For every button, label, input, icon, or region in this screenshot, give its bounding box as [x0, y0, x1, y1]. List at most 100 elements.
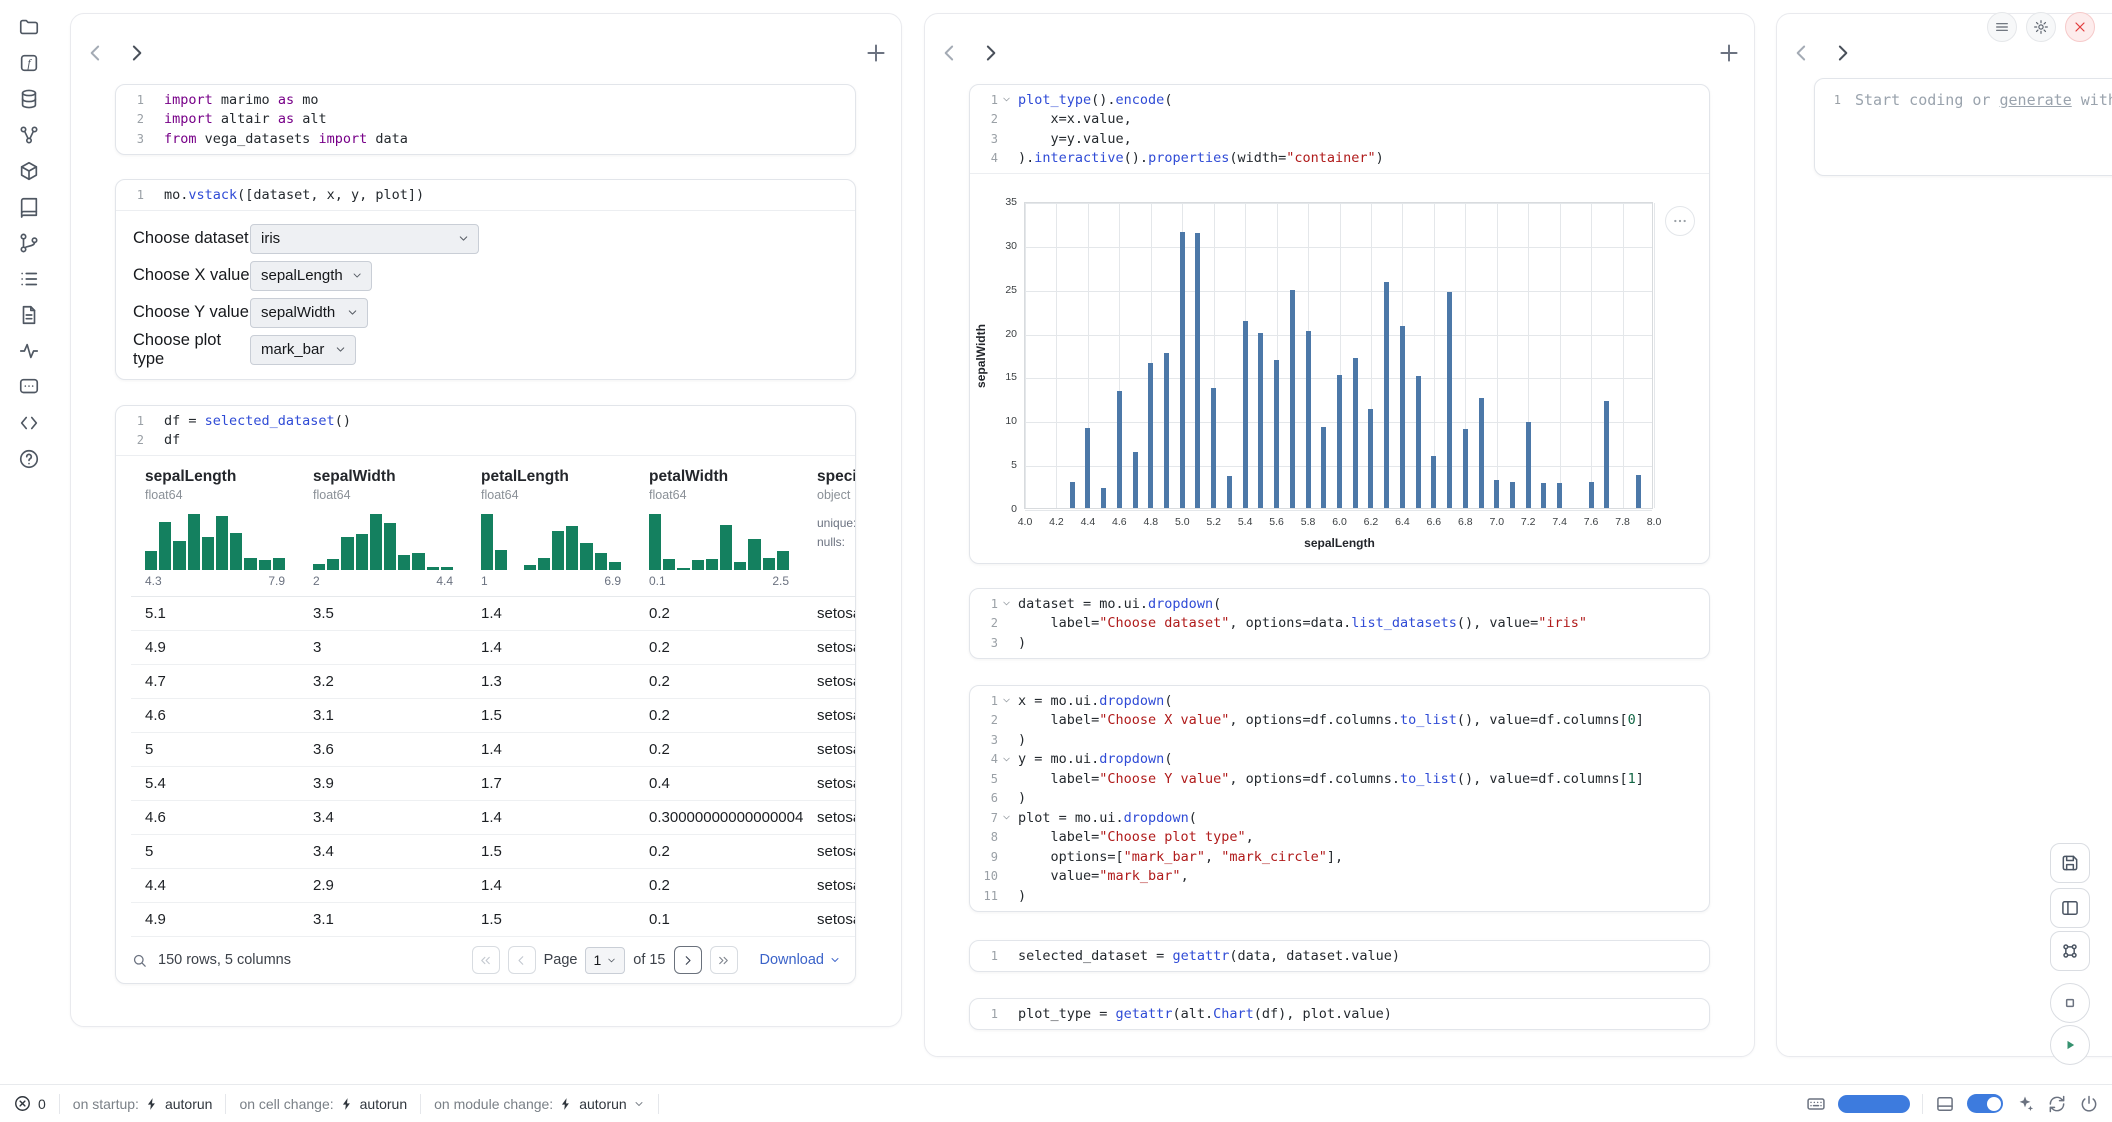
chart-bar: [1353, 358, 1358, 508]
column-header-species[interactable]: speciesobjectunique:nulls:: [803, 464, 856, 596]
x-tick-label: 6.4: [1388, 516, 1416, 528]
cell-imports[interactable]: 1import marimo as mo2import altair as al…: [115, 84, 856, 155]
packages-icon[interactable]: [18, 160, 40, 182]
table-cell: 4.6: [131, 707, 299, 724]
line-number: 10: [972, 869, 998, 883]
data-sources-icon[interactable]: [18, 88, 40, 110]
fold-icon[interactable]: [1001, 94, 1015, 106]
table-row[interactable]: 5.43.91.70.4setosa: [131, 767, 855, 801]
table-cell: 4.9: [131, 639, 299, 656]
table-row[interactable]: 4.42.91.40.2setosa: [131, 869, 855, 903]
code-editor[interactable]: 1df = selected_dataset()2df: [116, 406, 855, 455]
chart-bar: [1070, 482, 1075, 508]
run-button[interactable]: [2050, 1025, 2090, 1065]
toggle-switch[interactable]: [1967, 1094, 2003, 1113]
code-editor[interactable]: 1mo.vstack([dataset, x, y, plot]): [116, 180, 855, 210]
column-back-button[interactable]: [1789, 40, 1815, 66]
column-header-sepalLength[interactable]: sepalLengthfloat644.37.9: [131, 464, 299, 596]
choose-x-value-select[interactable]: sepalLength: [250, 261, 372, 291]
code-editor[interactable]: 1x = mo.ui.dropdown(2 label="Choose X va…: [970, 686, 1709, 911]
notebook-menu-button[interactable]: [1987, 12, 2017, 42]
cell-selected-dataset[interactable]: 1selected_dataset = getattr(data, datase…: [969, 940, 1710, 972]
first-page-button[interactable]: [472, 946, 500, 974]
cell-xy-plot-dropdowns[interactable]: 1x = mo.ui.dropdown(2 label="Choose X va…: [969, 685, 1710, 912]
outline-icon[interactable]: [18, 196, 40, 218]
functions-icon[interactable]: f: [18, 52, 40, 74]
table-search-icon[interactable]: [131, 952, 148, 969]
documentation-icon[interactable]: [18, 304, 40, 326]
cell-dataset-dropdown[interactable]: 1dataset = mo.ui.dropdown(2 label="Choos…: [969, 588, 1710, 659]
column-header-petalLength[interactable]: petalLengthfloat6416.9: [467, 464, 635, 596]
on-module-change-setting[interactable]: on module change: autorun: [434, 1096, 645, 1112]
cell-vstack-controls[interactable]: 1mo.vstack([dataset, x, y, plot]) Choose…: [115, 179, 856, 380]
code-editor[interactable]: 1selected_dataset = getattr(data, datase…: [970, 941, 1709, 971]
table-row[interactable]: 53.41.50.2setosa: [131, 835, 855, 869]
fold-icon[interactable]: [1001, 753, 1015, 765]
column-back-button[interactable]: [937, 40, 963, 66]
prev-page-button[interactable]: [508, 946, 536, 974]
code-line: 6): [972, 789, 1699, 809]
column-back-button[interactable]: [83, 40, 109, 66]
code-editor[interactable]: 1dataset = mo.ui.dropdown(2 label="Choos…: [970, 589, 1709, 658]
choose-y-value-select[interactable]: sepalWidth: [250, 298, 368, 328]
variables-icon[interactable]: [18, 124, 40, 146]
fold-icon[interactable]: [1001, 598, 1015, 610]
file-explorer-icon[interactable]: [18, 16, 40, 38]
add-cell-button[interactable]: [863, 40, 889, 66]
on-startup-setting[interactable]: on startup: autorun: [73, 1096, 213, 1112]
code-editor[interactable]: 1import marimo as mo2import altair as al…: [116, 85, 855, 154]
help-icon[interactable]: [18, 448, 40, 470]
settings-button[interactable]: [2026, 12, 2056, 42]
layout-toggle-button[interactable]: [2050, 888, 2090, 928]
code-editor[interactable]: 1plot_type = getattr(alt.Chart(df), plot…: [970, 999, 1709, 1029]
ai-assistant-button[interactable]: [2015, 1094, 2035, 1114]
shutdown-button[interactable]: [2065, 12, 2095, 42]
cell-empty-new[interactable]: 1 Start coding or generate with: [1814, 78, 2112, 176]
column-forward-button[interactable]: [977, 40, 1003, 66]
download-button[interactable]: Download: [760, 952, 842, 968]
width-pill-toggle[interactable]: [1838, 1095, 1910, 1113]
command-palette-button[interactable]: [2050, 931, 2090, 971]
dependencies-icon[interactable]: [18, 232, 40, 254]
table-row[interactable]: 4.63.41.40.30000000000000004setosa: [131, 801, 855, 835]
chevron-left-icon: [937, 40, 963, 66]
cell-plot-chart[interactable]: 1plot_type().encode(2 x=x.value,3 y=y.va…: [969, 84, 1710, 564]
y-tick-label: 5: [989, 459, 1017, 471]
table-row[interactable]: 4.93.11.50.1setosa: [131, 903, 855, 937]
generate-link[interactable]: generate: [2000, 91, 2072, 109]
connection-status-icon[interactable]: [2079, 1094, 2099, 1114]
cell-plot-type[interactable]: 1plot_type = getattr(alt.Chart(df), plot…: [969, 998, 1710, 1030]
last-page-button[interactable]: [710, 946, 738, 974]
column-header-sepalWidth[interactable]: sepalWidthfloat6424.4: [299, 464, 467, 596]
add-cell-button[interactable]: [1716, 40, 1742, 66]
table-row[interactable]: 4.931.40.2setosa: [131, 631, 855, 665]
cell-dataframe-table[interactable]: 1df = selected_dataset()2df sepalLengthf…: [115, 405, 856, 984]
tracing-icon[interactable]: [18, 340, 40, 362]
next-page-button[interactable]: [674, 946, 702, 974]
table-row[interactable]: 5.13.51.40.2setosa: [131, 597, 855, 631]
fold-icon[interactable]: [1001, 695, 1015, 707]
table-row[interactable]: 53.61.40.2setosa: [131, 733, 855, 767]
scratchpad-icon[interactable]: [18, 376, 40, 398]
keyboard-shortcuts-button[interactable]: [1806, 1094, 1826, 1114]
column-header-petalWidth[interactable]: petalWidthfloat640.12.5: [635, 464, 803, 596]
table-row[interactable]: 4.73.21.30.2setosa: [131, 665, 855, 699]
column-forward-button[interactable]: [1829, 40, 1855, 66]
table-row[interactable]: 4.63.11.50.2setosa: [131, 699, 855, 733]
logs-icon[interactable]: [18, 268, 40, 290]
code-editor[interactable]: 1plot_type().encode(2 x=x.value,3 y=y.va…: [970, 85, 1709, 173]
interrupt-button[interactable]: [2050, 983, 2090, 1023]
on-cell-change-setting[interactable]: on cell change: autorun: [239, 1096, 407, 1112]
column-forward-button[interactable]: [123, 40, 149, 66]
fold-icon[interactable]: [1001, 812, 1015, 824]
chart-menu-button[interactable]: [1665, 206, 1695, 236]
choose-dataset-select[interactable]: iris: [250, 224, 479, 254]
table-cell: 0.2: [635, 673, 803, 690]
restart-button[interactable]: [2047, 1094, 2067, 1114]
table-cell: 3.1: [299, 911, 467, 928]
choose-plot-type-select[interactable]: mark_bar: [250, 335, 356, 365]
snippets-icon[interactable]: [18, 412, 40, 434]
page-select[interactable]: 1: [585, 947, 625, 974]
save-button[interactable]: [2050, 843, 2090, 883]
errors-indicator[interactable]: 0: [13, 1094, 46, 1113]
